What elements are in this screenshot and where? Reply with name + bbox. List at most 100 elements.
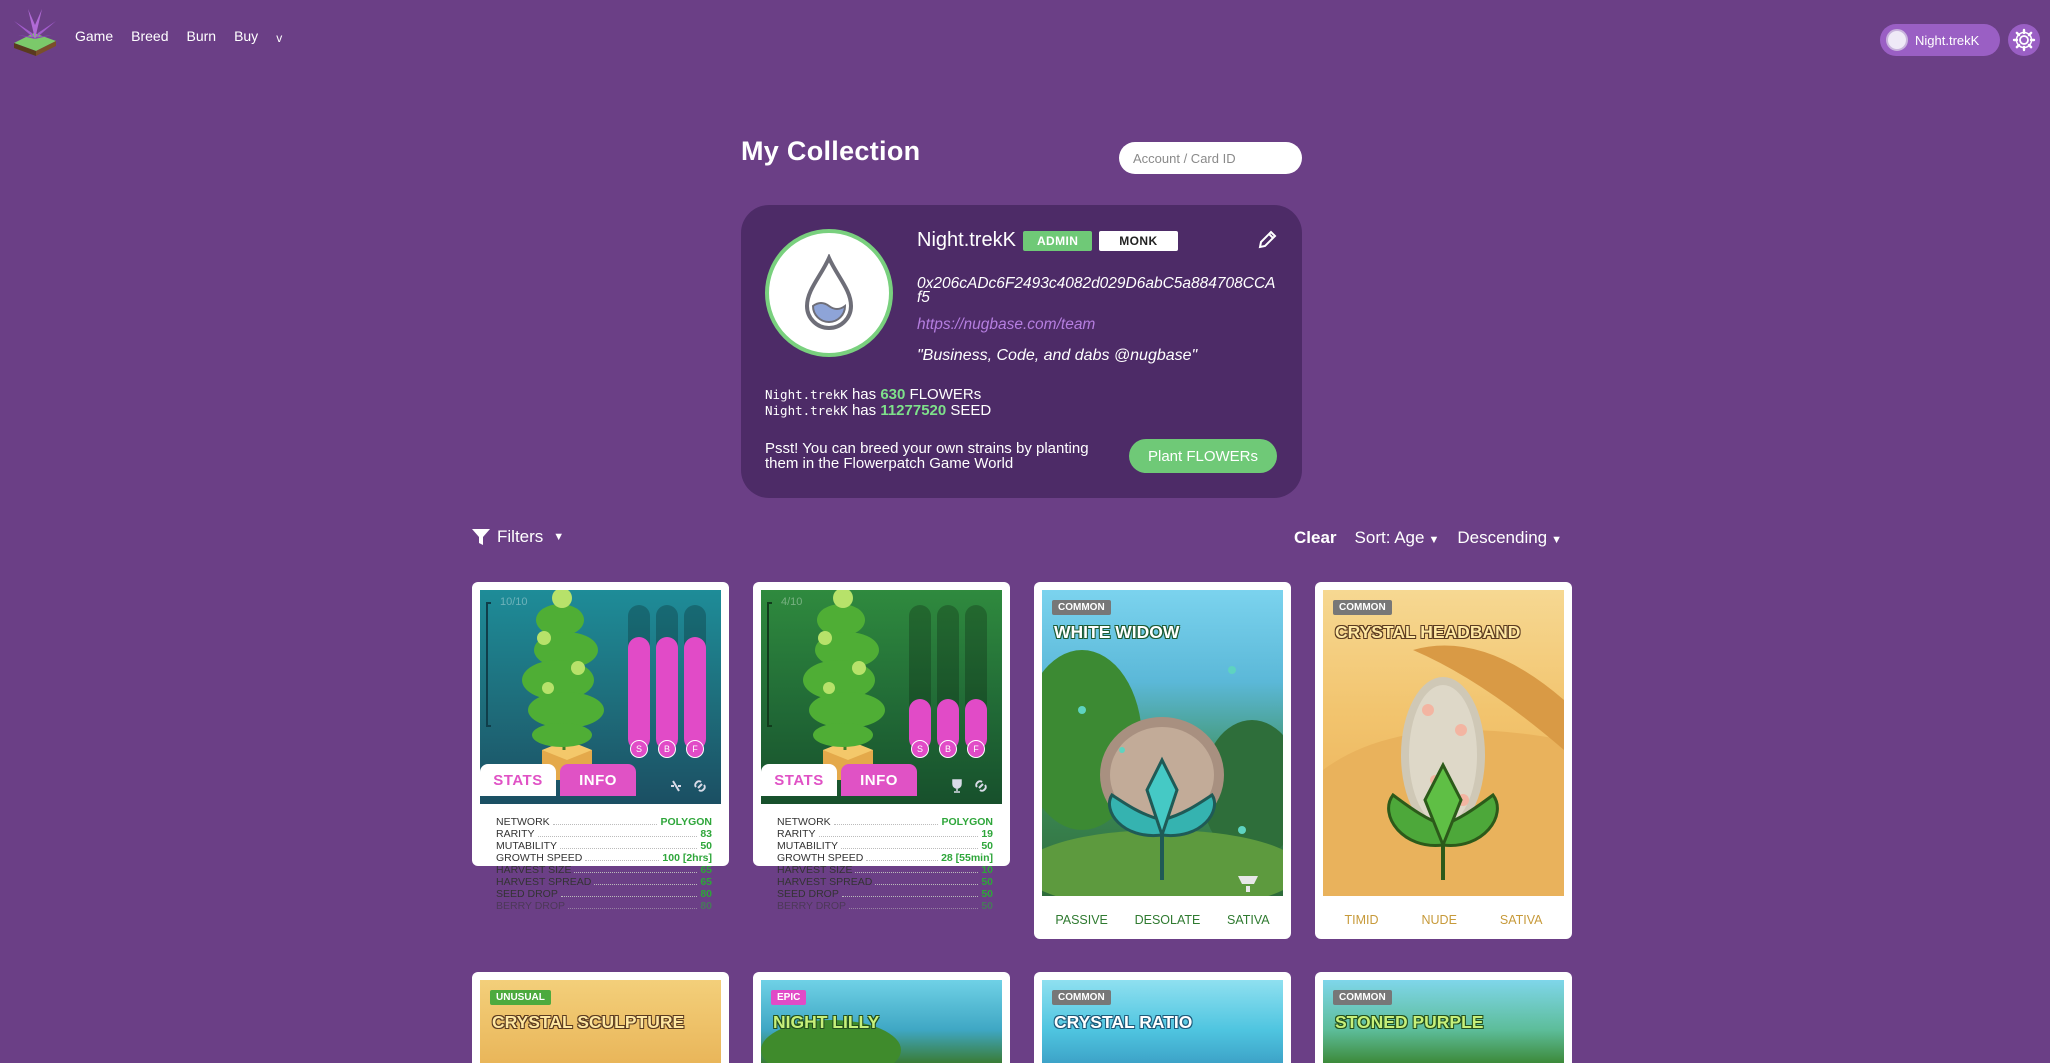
tab-stats[interactable]: STATS (480, 764, 556, 796)
bar-label: F (686, 740, 704, 758)
bar-label: B (939, 740, 957, 758)
bar-label: F (967, 740, 985, 758)
user-name-label: Night.trekK (1915, 32, 1980, 48)
rarity-badge: COMMON (1333, 990, 1392, 1005)
card-name: WHITE WIDOW (1054, 622, 1180, 642)
stat-row: NETWORK POLYGON (777, 816, 993, 828)
flower-art: COMMON CRYSTAL HEADBAND (1323, 590, 1564, 896)
link-icon[interactable] (692, 778, 708, 794)
filters-dropdown[interactable]: Filters ▼ (471, 527, 564, 547)
card-name: CRYSTAL HEADBAND (1335, 622, 1521, 642)
rarity-badge: COMMON (1333, 600, 1392, 615)
card-name: NIGHT LILLY (773, 1012, 880, 1032)
filters-label: Filters (497, 527, 544, 546)
stat-row: MUTABILITY 50 (496, 840, 712, 852)
flower-card[interactable]: EPIC NIGHT LILLY (753, 972, 1010, 1063)
trophy-icon[interactable] (949, 778, 965, 794)
stat-bar-s: S (909, 605, 931, 758)
settings-button[interactable] (2008, 24, 2040, 56)
stat-list: NETWORK POLYGON RARITY 19 MUTABILITY 50 GRO… (777, 816, 993, 912)
nav-game[interactable]: Game (75, 28, 113, 45)
top-nav: Game Breed Burn Buy v Night.trekK (0, 0, 2050, 80)
sort-dropdown[interactable]: Sort: Age ▼ (1355, 528, 1440, 548)
profile-bio: "Business, Code, and dabs @nugbase" (917, 347, 1198, 364)
nav-more-dropdown[interactable]: v (276, 31, 282, 45)
bar-label: B (658, 740, 676, 758)
plant-flowers-button[interactable]: Plant FLOWERs (1129, 439, 1277, 473)
stat-list: NETWORK POLYGON RARITY 83 MUTABILITY 50 GRO… (496, 816, 712, 912)
rarity-badge: EPIC (771, 990, 807, 1005)
avatar (1886, 29, 1908, 51)
cannabis-plant-icon (803, 590, 885, 780)
sort-label: Sort: Age (1354, 528, 1425, 547)
search-input[interactable] (1119, 142, 1302, 174)
tab-info[interactable]: INFO (560, 764, 636, 796)
stat-row: GROWTH SPEED 28 [55min] (777, 852, 993, 864)
stat-row: BERRY DROP 50 (777, 900, 993, 912)
flowerpatch-logo-icon[interactable] (10, 5, 60, 57)
unlink-icon[interactable] (668, 778, 684, 794)
holdings: Night.trekK has 630 FLOWERs Night.trekK … (765, 387, 991, 419)
flower-card[interactable]: COMMON WHITE WIDOW PASSIVE DESOLATE SATI… (1034, 582, 1291, 939)
trait-label: SATIVA (1499, 913, 1543, 927)
monk-badge: MONK (1099, 230, 1178, 251)
tab-stats[interactable]: STATS (761, 764, 837, 796)
water-drop-icon (804, 254, 854, 330)
stat-row: SEED DROP 50 (777, 888, 993, 900)
edit-pencil-icon[interactable] (1256, 229, 1278, 251)
card-name: STONED PURPLE (1335, 1012, 1484, 1032)
stat-row: GROWTH SPEED 100 [2hrs] (496, 852, 712, 864)
bar-fill (628, 636, 650, 750)
flower-card[interactable]: COMMON CRYSTAL HEADBAND TIMID NUDE SATIV… (1315, 582, 1572, 939)
trait-label: DESOLATE (1134, 913, 1201, 927)
chevron-down-icon: ▼ (1428, 534, 1440, 546)
bar-fill (656, 636, 678, 750)
tab-info[interactable]: INFO (841, 764, 917, 796)
user-menu-button[interactable]: Night.trekK (1880, 24, 2000, 56)
stat-bar-f: F (684, 605, 706, 758)
level-bracket (486, 602, 491, 727)
flower-art: COMMON STONED PURPLE (1323, 980, 1564, 1063)
stat-row: RARITY 83 (496, 828, 712, 840)
cannabis-plant-icon (522, 590, 604, 780)
nav-burn[interactable]: Burn (186, 28, 216, 45)
stat-bar-f: F (965, 605, 987, 758)
flower-art: COMMON WHITE WIDOW (1042, 590, 1283, 896)
bar-label: S (630, 740, 648, 758)
holding-seed: Night.trekK has 11277520 SEED (765, 402, 992, 419)
breed-hint: Psst! You can breed your own strains by … (765, 440, 1089, 472)
level-bracket (767, 602, 772, 727)
stat-row: RARITY 19 (777, 828, 993, 840)
plant-card[interactable]: 10/10 S B F STATS INFO NETWORK POLYGON RA… (472, 582, 729, 912)
stat-row: MUTABILITY 50 (777, 840, 993, 852)
flower-card[interactable]: COMMON CRYSTAL RATIO (1034, 972, 1291, 1063)
stat-row: HARVEST SIZE 65 (496, 864, 712, 876)
wallet-address: 0x206cADc6F2493c4082d029D6abC5a884708CCA… (917, 275, 1276, 306)
stat-row: NETWORK POLYGON (496, 816, 712, 828)
nav-buy[interactable]: Buy (234, 28, 258, 45)
stat-row: HARVEST SIZE 10 (777, 864, 993, 876)
holding-flowers: Night.trekK has 630 FLOWERs (765, 386, 982, 403)
stat-bar-b: B (937, 605, 959, 758)
trait-label: SATIVA (1227, 913, 1270, 927)
plant-card[interactable]: 4/10 S B F STATS INFO NETWORK POLYGON RAR… (753, 582, 1010, 912)
link-icon[interactable] (973, 778, 989, 794)
profile-link[interactable]: https://nugbase.com/team (917, 316, 1095, 334)
rarity-badge: UNUSUAL (490, 990, 551, 1005)
stat-row: HARVEST SPREAD 65 (496, 876, 712, 888)
card-name: CRYSTAL SCULPTURE (492, 1012, 685, 1032)
flower-art: UNUSUAL CRYSTAL SCULPTURE (480, 980, 721, 1063)
clear-button[interactable]: Clear (1294, 528, 1337, 548)
bar-label: S (911, 740, 929, 758)
stat-row: SEED DROP 80 (496, 888, 712, 900)
flower-card[interactable]: COMMON STONED PURPLE (1315, 972, 1572, 1063)
nav-breed[interactable]: Breed (131, 28, 168, 45)
stat-row: HARVEST SPREAD 50 (777, 876, 993, 888)
order-dropdown[interactable]: Descending ▼ (1457, 528, 1562, 548)
chevron-down-icon: ▼ (1551, 534, 1563, 546)
flower-card[interactable]: UNUSUAL CRYSTAL SCULPTURE (472, 972, 729, 1063)
profile-card: Night.trekK ADMIN MONK 0x206cADc6F2493c4… (741, 205, 1302, 498)
page-title: My Collection (741, 136, 921, 166)
card-name: CRYSTAL RATIO (1054, 1012, 1193, 1032)
stat-row: BERRY DROP 80 (496, 900, 712, 912)
